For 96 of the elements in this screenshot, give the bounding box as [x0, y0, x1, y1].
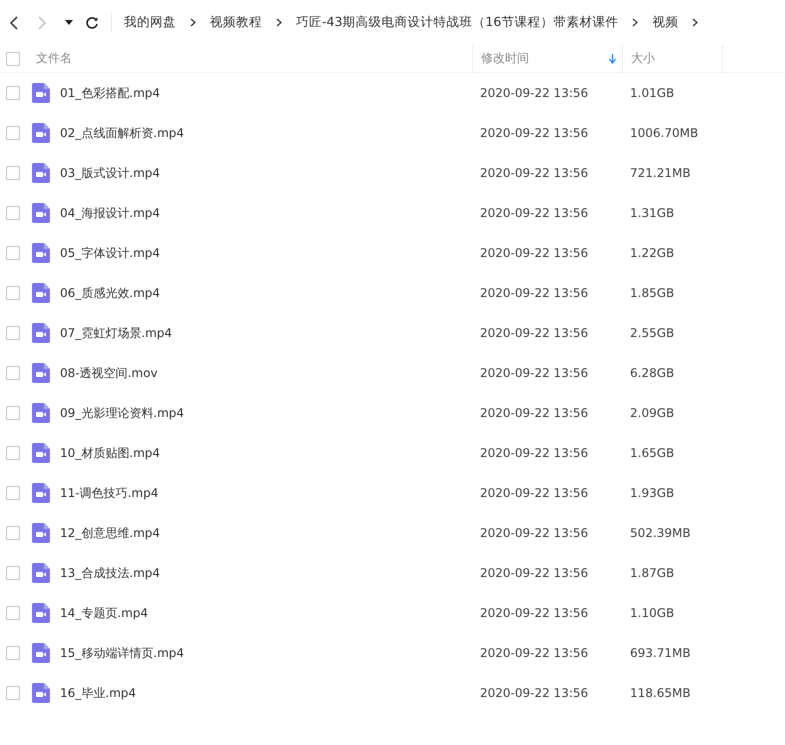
modified-time: 2020-09-22 13:56 — [480, 566, 588, 580]
row-checkbox[interactable] — [6, 206, 20, 220]
file-size: 1.93GB — [630, 486, 674, 500]
modified-time: 2020-09-22 13:56 — [480, 646, 588, 660]
file-name[interactable]: 03_版式设计.mp4 — [60, 164, 160, 182]
modified-time: 2020-09-22 13:56 — [480, 606, 588, 620]
column-header[interactable]: 大小 — [631, 50, 655, 67]
row-checkbox[interactable] — [6, 166, 20, 180]
breadcrumb-item[interactable]: 巧匠-43期高级电商设计特战班（16节课程）带素材课件 — [296, 14, 618, 31]
row-checkbox[interactable] — [6, 646, 20, 660]
video-file-icon — [32, 603, 50, 623]
modified-time: 2020-09-22 13:56 — [480, 86, 588, 100]
file-size: 1006.70MB — [630, 126, 698, 140]
file-name[interactable]: 04_海报设计.mp4 — [60, 204, 160, 222]
file-name[interactable]: 12_创意思维.mp4 — [60, 524, 160, 542]
modified-time: 2020-09-22 13:56 — [480, 366, 588, 380]
refresh-icon[interactable] — [85, 16, 99, 30]
modified-time: 2020-09-22 13:56 — [480, 166, 588, 180]
file-name[interactable]: 07_霓虹灯场景.mp4 — [60, 324, 172, 342]
column-header[interactable]: 修改时间 — [481, 50, 529, 67]
file-name[interactable]: 08-透视空间.mov — [60, 364, 158, 382]
column-header[interactable]: 文件名 — [36, 50, 72, 67]
video-file-icon — [32, 363, 50, 383]
modified-time: 2020-09-22 13:56 — [480, 446, 588, 460]
file-name[interactable]: 15_移动端详情页.mp4 — [60, 644, 184, 662]
file-name[interactable]: 10_材质贴图.mp4 — [60, 444, 160, 462]
chevron-icon — [190, 18, 196, 27]
breadcrumb-item[interactable]: 视频 — [652, 14, 678, 31]
file-size: 502.39MB — [630, 526, 691, 540]
row-checkbox[interactable] — [6, 326, 20, 340]
file-name[interactable]: 05_字体设计.mp4 — [60, 244, 160, 262]
file-name[interactable]: 01_色彩搭配.mp4 — [60, 84, 160, 102]
file-size: 1.85GB — [630, 286, 674, 300]
modified-time: 2020-09-22 13:56 — [480, 286, 588, 300]
chevron-icon — [632, 18, 638, 27]
breadcrumb-item[interactable]: 我的网盘 — [124, 14, 176, 31]
video-file-icon — [32, 683, 50, 703]
caret-icon[interactable] — [65, 20, 73, 25]
file-size: 1.31GB — [630, 206, 674, 220]
video-file-icon — [32, 443, 50, 463]
chevron-icon — [692, 18, 698, 27]
row-checkbox[interactable] — [6, 406, 20, 420]
modified-time: 2020-09-22 13:56 — [480, 406, 588, 420]
row-checkbox[interactable] — [6, 526, 20, 540]
modified-time: 2020-09-22 13:56 — [480, 326, 588, 340]
video-file-icon — [32, 243, 50, 263]
video-file-icon — [32, 643, 50, 663]
video-file-icon — [32, 163, 50, 183]
video-file-icon — [32, 283, 50, 303]
row-checkbox[interactable] — [6, 286, 20, 300]
file-name[interactable]: 16_毕业.mp4 — [60, 684, 136, 702]
modified-time: 2020-09-22 13:56 — [480, 206, 588, 220]
video-file-icon — [32, 323, 50, 343]
file-size: 693.71MB — [630, 646, 691, 660]
video-file-icon — [32, 203, 50, 223]
modified-time: 2020-09-22 13:56 — [480, 246, 588, 260]
row-checkbox[interactable] — [6, 446, 20, 460]
row-checkbox[interactable] — [6, 246, 20, 260]
row-checkbox[interactable] — [6, 686, 20, 700]
chevron-icon — [276, 18, 282, 27]
file-name[interactable]: 06_质感光效.mp4 — [60, 284, 160, 302]
row-checkbox[interactable] — [6, 366, 20, 380]
file-name[interactable]: 14_专题页.mp4 — [60, 604, 148, 622]
video-file-icon — [32, 483, 50, 503]
file-size: 118.65MB — [630, 686, 691, 700]
file-name[interactable]: 13_合成技法.mp4 — [60, 564, 160, 582]
file-size: 2.55GB — [630, 326, 674, 340]
video-file-icon — [32, 403, 50, 423]
row-checkbox[interactable] — [6, 86, 20, 100]
file-size: 1.65GB — [630, 446, 674, 460]
file-size: 1.01GB — [630, 86, 674, 100]
video-file-icon — [32, 83, 50, 103]
back-icon[interactable] — [9, 16, 19, 30]
modified-time: 2020-09-22 13:56 — [480, 486, 588, 500]
file-name[interactable]: 09_光影理论资料.mp4 — [60, 404, 184, 422]
row-checkbox[interactable] — [6, 486, 20, 500]
row-checkbox[interactable] — [6, 566, 20, 580]
file-name[interactable]: 11-调色技巧.mp4 — [60, 484, 158, 502]
sort-arrow-icon — [609, 54, 616, 64]
row-checkbox[interactable] — [6, 606, 20, 620]
modified-time: 2020-09-22 13:56 — [480, 126, 588, 140]
file-size: 1.22GB — [630, 246, 674, 260]
file-size: 1.87GB — [630, 566, 674, 580]
file-size: 6.28GB — [630, 366, 674, 380]
modified-time: 2020-09-22 13:56 — [480, 526, 588, 540]
video-file-icon — [32, 563, 50, 583]
modified-time: 2020-09-22 13:56 — [480, 686, 588, 700]
row-checkbox[interactable] — [6, 126, 20, 140]
select-all-checkbox[interactable] — [6, 52, 20, 66]
video-file-icon — [32, 123, 50, 143]
file-name[interactable]: 02_点线面解析资.mp4 — [60, 124, 184, 142]
breadcrumb-item[interactable]: 视频教程 — [210, 14, 262, 31]
file-size: 721.21MB — [630, 166, 691, 180]
video-file-icon — [32, 523, 50, 543]
file-size: 2.09GB — [630, 406, 674, 420]
file-size: 1.10GB — [630, 606, 674, 620]
